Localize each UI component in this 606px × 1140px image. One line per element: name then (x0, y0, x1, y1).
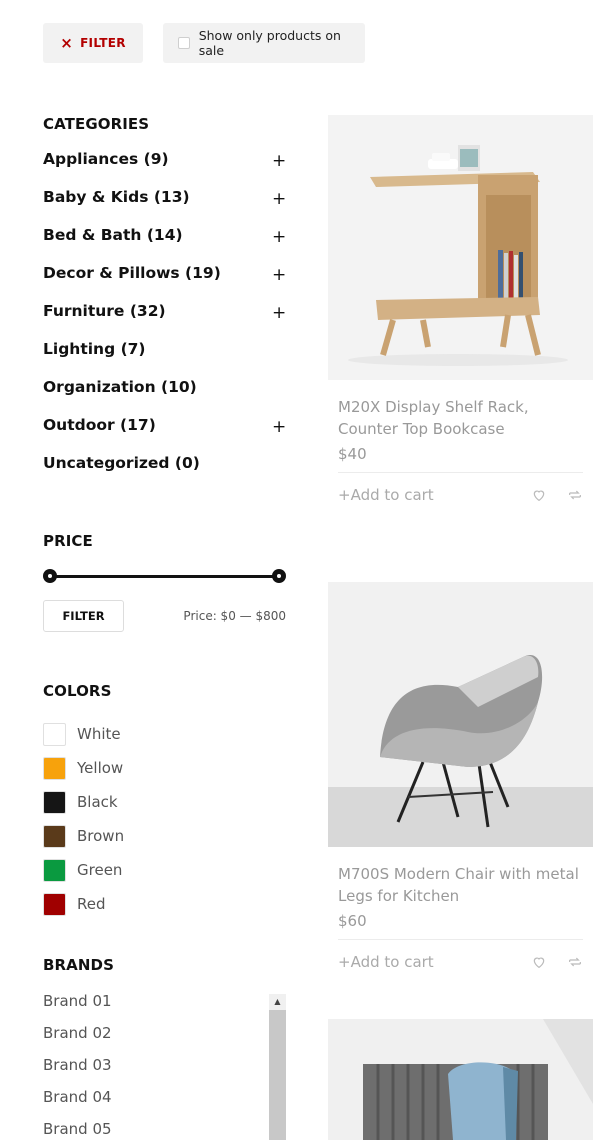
color-swatch[interactable] (43, 858, 66, 882)
heart-icon[interactable] (531, 487, 547, 503)
product-card: M700S Modern Chair with metal Legs for K… (328, 582, 593, 971)
color-swatch[interactable] (43, 824, 66, 848)
brand-item[interactable]: Brand 03 (43, 1056, 286, 1088)
color-label: Green (77, 861, 123, 879)
product-image-shelf-rack[interactable] (328, 115, 593, 380)
color-swatch[interactable] (43, 790, 66, 814)
expand-plus-icon[interactable]: + (272, 265, 286, 285)
price-title: PRICE (43, 532, 93, 550)
category-item[interactable]: Organization (10) (43, 378, 286, 416)
category-label: Baby & Kids (13) (43, 188, 190, 206)
slider-handle-max[interactable] (272, 569, 286, 583)
color-swatch[interactable] (43, 756, 66, 780)
product-card (328, 1019, 593, 1140)
category-label: Furniture (32) (43, 302, 166, 320)
slider-handle-min[interactable] (43, 569, 57, 583)
color-option[interactable]: Red (43, 887, 286, 921)
slider-track (49, 575, 280, 578)
product-title[interactable]: M700S Modern Chair with metal Legs for K… (328, 863, 593, 907)
price-widget: PRICE FILTER Price: $0 — $800 (43, 532, 286, 632)
toggle-filter-button[interactable]: × FILTER (43, 23, 143, 63)
color-option[interactable]: Brown (43, 819, 286, 853)
color-label: Black (77, 793, 118, 811)
on-sale-label: Show only products on sale (198, 28, 341, 58)
color-swatch[interactable] (43, 722, 66, 746)
add-to-cart-button[interactable]: +Add to cart (338, 953, 434, 971)
color-label: Yellow (77, 759, 124, 777)
compare-icon[interactable] (567, 487, 583, 503)
color-option[interactable]: Green (43, 853, 286, 887)
product-price: $40 (338, 445, 367, 463)
color-swatch[interactable] (43, 892, 66, 916)
category-label: Decor & Pillows (19) (43, 264, 221, 282)
brand-list: Brand 01 Brand 02 Brand 03 Brand 04 Brand 05 (43, 992, 286, 1140)
brand-scrollbar[interactable]: ▲ (269, 994, 286, 1140)
category-label: Bed & Bath (14) (43, 226, 183, 244)
scrollbar-thumb[interactable] (269, 1010, 286, 1140)
category-item[interactable]: Outdoor (17) + (43, 416, 286, 454)
category-item[interactable]: Baby & Kids (13) + (43, 188, 286, 226)
color-option[interactable]: White (43, 717, 286, 751)
expand-plus-icon[interactable]: + (272, 417, 286, 437)
add-to-cart-button[interactable]: +Add to cart (338, 486, 434, 504)
colors-widget: COLORS White Yellow Black Brown Green Red (43, 682, 286, 921)
product-card: M20X Display Shelf Rack, Counter Top Boo… (328, 115, 593, 504)
product-image-chair[interactable] (328, 582, 593, 847)
toggle-filter-label: FILTER (80, 36, 126, 50)
color-label: Red (77, 895, 106, 913)
category-item[interactable]: Appliances (9) + (43, 150, 286, 188)
filter-sidebar: CATEGORIES Appliances (9) + Baby & Kids (1… (43, 115, 286, 1140)
color-option[interactable]: Yellow (43, 751, 286, 785)
scroll-up-arrow-icon[interactable]: ▲ (269, 994, 286, 1009)
product-price: $60 (338, 912, 367, 930)
category-item[interactable]: Uncategorized (0) (43, 454, 286, 492)
brand-item[interactable]: Brand 02 (43, 1024, 286, 1056)
price-range-label: Price: $0 — $800 (183, 609, 286, 623)
colors-title: COLORS (43, 682, 112, 700)
category-label: Organization (10) (43, 378, 197, 396)
brands-widget: BRANDS Brand 01 Brand 02 Brand 03 Brand 04 B… (43, 956, 286, 1140)
category-label: Appliances (9) (43, 150, 169, 168)
card-divider (338, 939, 583, 940)
expand-plus-icon[interactable]: + (272, 189, 286, 209)
category-item[interactable]: Furniture (32) + (43, 302, 286, 340)
product-title[interactable]: M20X Display Shelf Rack, Counter Top Boo… (328, 396, 593, 440)
compare-icon[interactable] (567, 954, 583, 970)
checkbox-box[interactable] (178, 37, 190, 49)
expand-plus-icon[interactable]: + (272, 227, 286, 247)
card-divider (338, 472, 583, 473)
color-list: White Yellow Black Brown Green Red (43, 717, 286, 921)
heart-icon[interactable] (531, 954, 547, 970)
brands-title: BRANDS (43, 956, 115, 974)
category-item[interactable]: Bed & Bath (14) + (43, 226, 286, 264)
brand-item[interactable]: Brand 01 (43, 992, 286, 1024)
color-label: White (77, 725, 121, 743)
price-filter-button[interactable]: FILTER (43, 600, 124, 632)
on-sale-checkbox[interactable]: Show only products on sale (163, 23, 365, 63)
category-item[interactable]: Decor & Pillows (19) + (43, 264, 286, 302)
close-icon: × (60, 33, 74, 52)
brand-list-box: Brand 01 Brand 02 Brand 03 Brand 04 Brand 05… (43, 992, 286, 1140)
expand-plus-icon[interactable]: + (272, 303, 286, 323)
category-label: Uncategorized (0) (43, 454, 200, 472)
category-label: Outdoor (17) (43, 416, 156, 434)
color-option[interactable]: Black (43, 785, 286, 819)
brand-item[interactable]: Brand 05 (43, 1120, 286, 1140)
filter-toolbar: × FILTER Show only products on sale (43, 23, 365, 63)
category-label: Lighting (7) (43, 340, 146, 358)
color-label: Brown (77, 827, 125, 845)
category-item[interactable]: Lighting (7) (43, 340, 286, 378)
categories-title: CATEGORIES (43, 115, 150, 133)
product-image-radiator-towel[interactable] (328, 1019, 593, 1140)
expand-plus-icon[interactable]: + (272, 151, 286, 171)
price-range-slider[interactable] (43, 569, 286, 583)
brand-item[interactable]: Brand 04 (43, 1088, 286, 1120)
category-list: Appliances (9) + Baby & Kids (13) + Bed & Ba… (43, 150, 286, 492)
